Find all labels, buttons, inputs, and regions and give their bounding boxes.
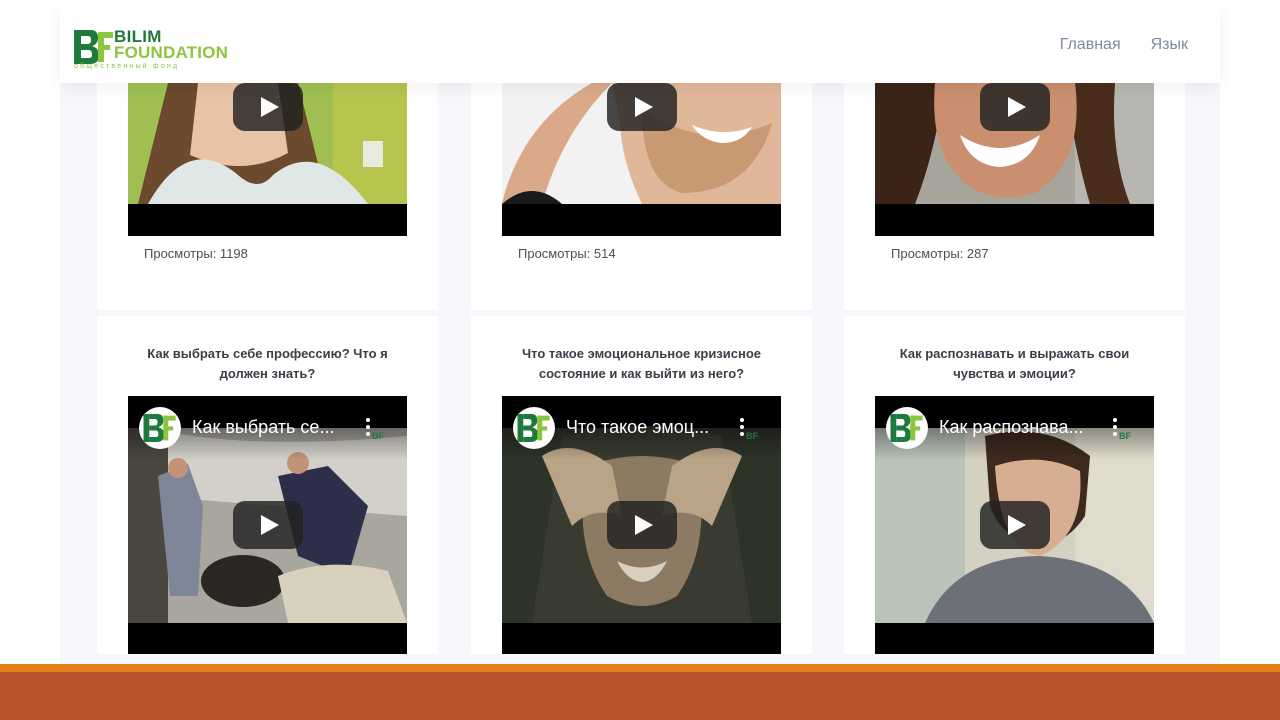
youtube-embed[interactable]: Что такое эмоц... BF	[502, 396, 781, 654]
video-player[interactable]	[128, 83, 407, 236]
youtube-video-title[interactable]: Как распознава...	[939, 417, 1099, 438]
nav-link-language[interactable]: Язык	[1151, 36, 1188, 54]
play-button[interactable]	[607, 83, 677, 131]
youtube-video-title[interactable]: Как выбрать се...	[192, 417, 352, 438]
channel-watermark-icon: BF	[1119, 431, 1131, 441]
youtube-embed[interactable]: Как выбрать се... BF	[128, 396, 407, 654]
video-card: Просмотры: 1198	[97, 83, 438, 310]
video-card-title: Как выбрать себе профессию? Что я должен…	[147, 346, 388, 381]
video-card: Просмотры: 287	[844, 83, 1185, 310]
more-options-icon[interactable]	[1111, 418, 1119, 440]
view-count: Просмотры: 514	[518, 246, 616, 261]
play-button[interactable]	[607, 501, 677, 549]
video-card: Просмотры: 514	[471, 83, 812, 310]
video-player[interactable]	[502, 83, 781, 236]
navbar: BILIM FOUNDATION общественный фонд Главн…	[60, 0, 1220, 83]
view-count: Просмотры: 287	[891, 246, 989, 261]
footer-stripe-orange	[0, 664, 1280, 672]
channel-watermark-icon: BF	[746, 431, 758, 441]
play-button[interactable]	[980, 83, 1050, 131]
play-button[interactable]	[233, 501, 303, 549]
youtube-embed[interactable]: Как распознава... BF	[875, 396, 1154, 654]
channel-avatar[interactable]	[513, 407, 555, 449]
video-card-title: Что такое эмоциональное кризисное состоя…	[521, 346, 762, 381]
youtube-title-bar: Как выбрать се... BF	[128, 396, 407, 460]
more-options-icon[interactable]	[364, 418, 372, 440]
youtube-video-title[interactable]: Что такое эмоц...	[566, 417, 726, 438]
video-card: Как выбрать себе профессию? Что я должен…	[97, 316, 438, 654]
logo-text-foundation: FOUNDATION	[114, 43, 229, 62]
footer-band	[0, 672, 1280, 720]
youtube-title-bar: Как распознава... BF	[875, 396, 1154, 460]
video-player[interactable]	[875, 83, 1154, 236]
video-card: Что такое эмоциональное кризисное состоя…	[471, 316, 812, 654]
nav-links: Главная Язык	[1060, 36, 1188, 54]
channel-watermark-icon: BF	[372, 431, 384, 441]
bf-logo-icon	[74, 30, 113, 64]
channel-avatar[interactable]	[886, 407, 928, 449]
channel-avatar[interactable]	[139, 407, 181, 449]
play-button[interactable]	[980, 501, 1050, 549]
bf-logo-icon	[890, 414, 923, 442]
bf-logo-icon	[517, 414, 550, 442]
more-options-icon[interactable]	[738, 418, 746, 440]
youtube-title-bar: Что такое эмоц... BF	[502, 396, 781, 460]
view-count: Просмотры: 1198	[144, 246, 248, 261]
nav-link-home[interactable]: Главная	[1060, 36, 1121, 54]
video-card-title: Как распознавать и выражать свои чувства…	[899, 346, 1130, 381]
video-card: Как распознавать и выражать свои чувства…	[844, 316, 1185, 654]
bilim-foundation-logo[interactable]: BILIM FOUNDATION общественный фонд	[74, 28, 244, 74]
logo-tagline: общественный фонд	[74, 63, 180, 70]
bf-logo-icon	[143, 414, 176, 442]
play-button[interactable]	[233, 83, 303, 131]
